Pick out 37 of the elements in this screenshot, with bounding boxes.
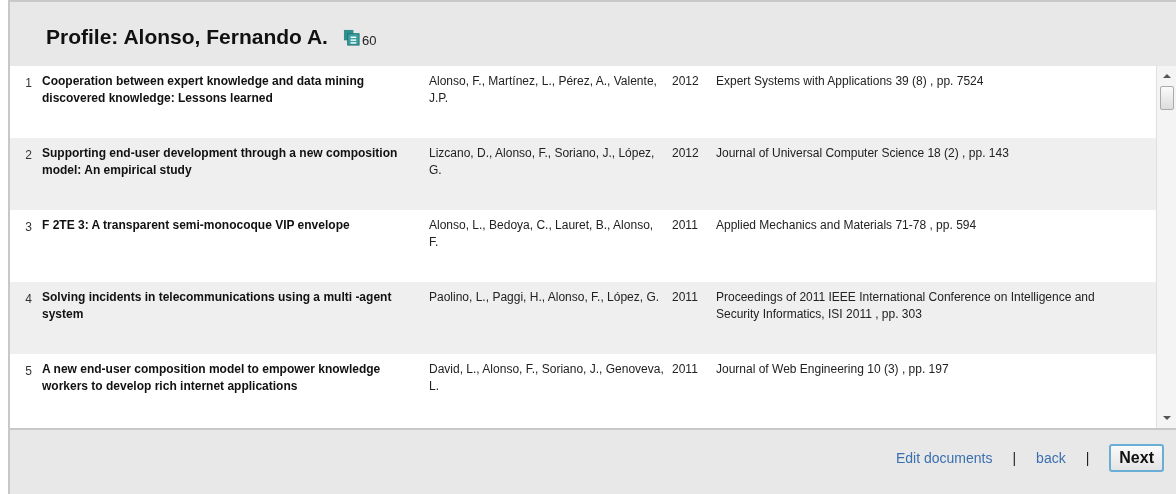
row-number: 4 [24, 291, 33, 308]
document-source: Journal of Web Engineering 10 (3) , pp. 197 [716, 361, 950, 378]
document-year: 2011 [672, 289, 699, 306]
next-button[interactable]: Next [1109, 444, 1164, 472]
document-authors: Alonso, F., Martínez, L., Pérez, A., Valente, J.P. [429, 73, 658, 107]
documents-icon [342, 28, 360, 46]
document-title: Supporting end-user development through a new composition model: An empirical study [42, 145, 399, 179]
document-source: Expert Systems with Applications 39 (8) , pp. 7524 [716, 73, 985, 90]
page-title: Profile: Alonso, Fernando A. [46, 25, 328, 49]
document-year: 2012 [672, 73, 700, 90]
scrollbar[interactable] [1156, 66, 1176, 428]
document-title: Solving incidents in telecommunications using a multi -agent system [42, 289, 393, 323]
row-number: 1 [24, 75, 33, 92]
footer-link[interactable]: Edit documents [895, 450, 993, 466]
row-number: 3 [24, 219, 33, 236]
document-year: 2011 [672, 217, 699, 234]
document-year: 2011 [672, 361, 699, 378]
scrollbar-thumb[interactable] [1159, 86, 1174, 110]
document-source: Applied Mechanics and Materials 71-78 , pp. 594 [716, 217, 978, 234]
document-title: Cooperation between expert knowledge and data mining discovered knowledge: Lessons learned [42, 73, 366, 107]
document-authors: David, L., Alonso, F., Soriano, J., Genoveva, L. [429, 361, 665, 395]
scroll-down-icon[interactable] [1162, 416, 1171, 420]
row-number: 5 [24, 363, 33, 380]
document-source: Proceedings of 2011 IEEE International Conference on Intelligence and Security Informatics, ISI 2011 , pp. 303 [716, 289, 1096, 323]
document-year: 2012 [672, 145, 700, 162]
document-authors: Lizcano, D., Alonso, F., Soriano, J., López, G. [429, 145, 656, 179]
footer-link[interactable]: back [1036, 450, 1066, 466]
document-title: F 2TE 3: A transparent semi-monocoque VIP envelope [42, 217, 351, 234]
document-count: 60 [361, 32, 377, 48]
document-title: A new end-user composition model to empower knowledge workers to develop rich internet applications [42, 361, 382, 395]
document-source: Journal of Universal Computer Science 18 (2) , pp. 143 [716, 145, 1010, 162]
document-authors: Alonso, L., Bedoya, C., Lauret, B., Alonso, F. [429, 217, 655, 251]
separator: | [1085, 450, 1090, 466]
scroll-up-icon[interactable] [1162, 74, 1171, 78]
separator: | [1012, 450, 1017, 466]
row-number: 2 [24, 147, 33, 164]
document-authors: Paolino, L., Paggi, H., Alonso, F., López, G. [429, 289, 661, 306]
